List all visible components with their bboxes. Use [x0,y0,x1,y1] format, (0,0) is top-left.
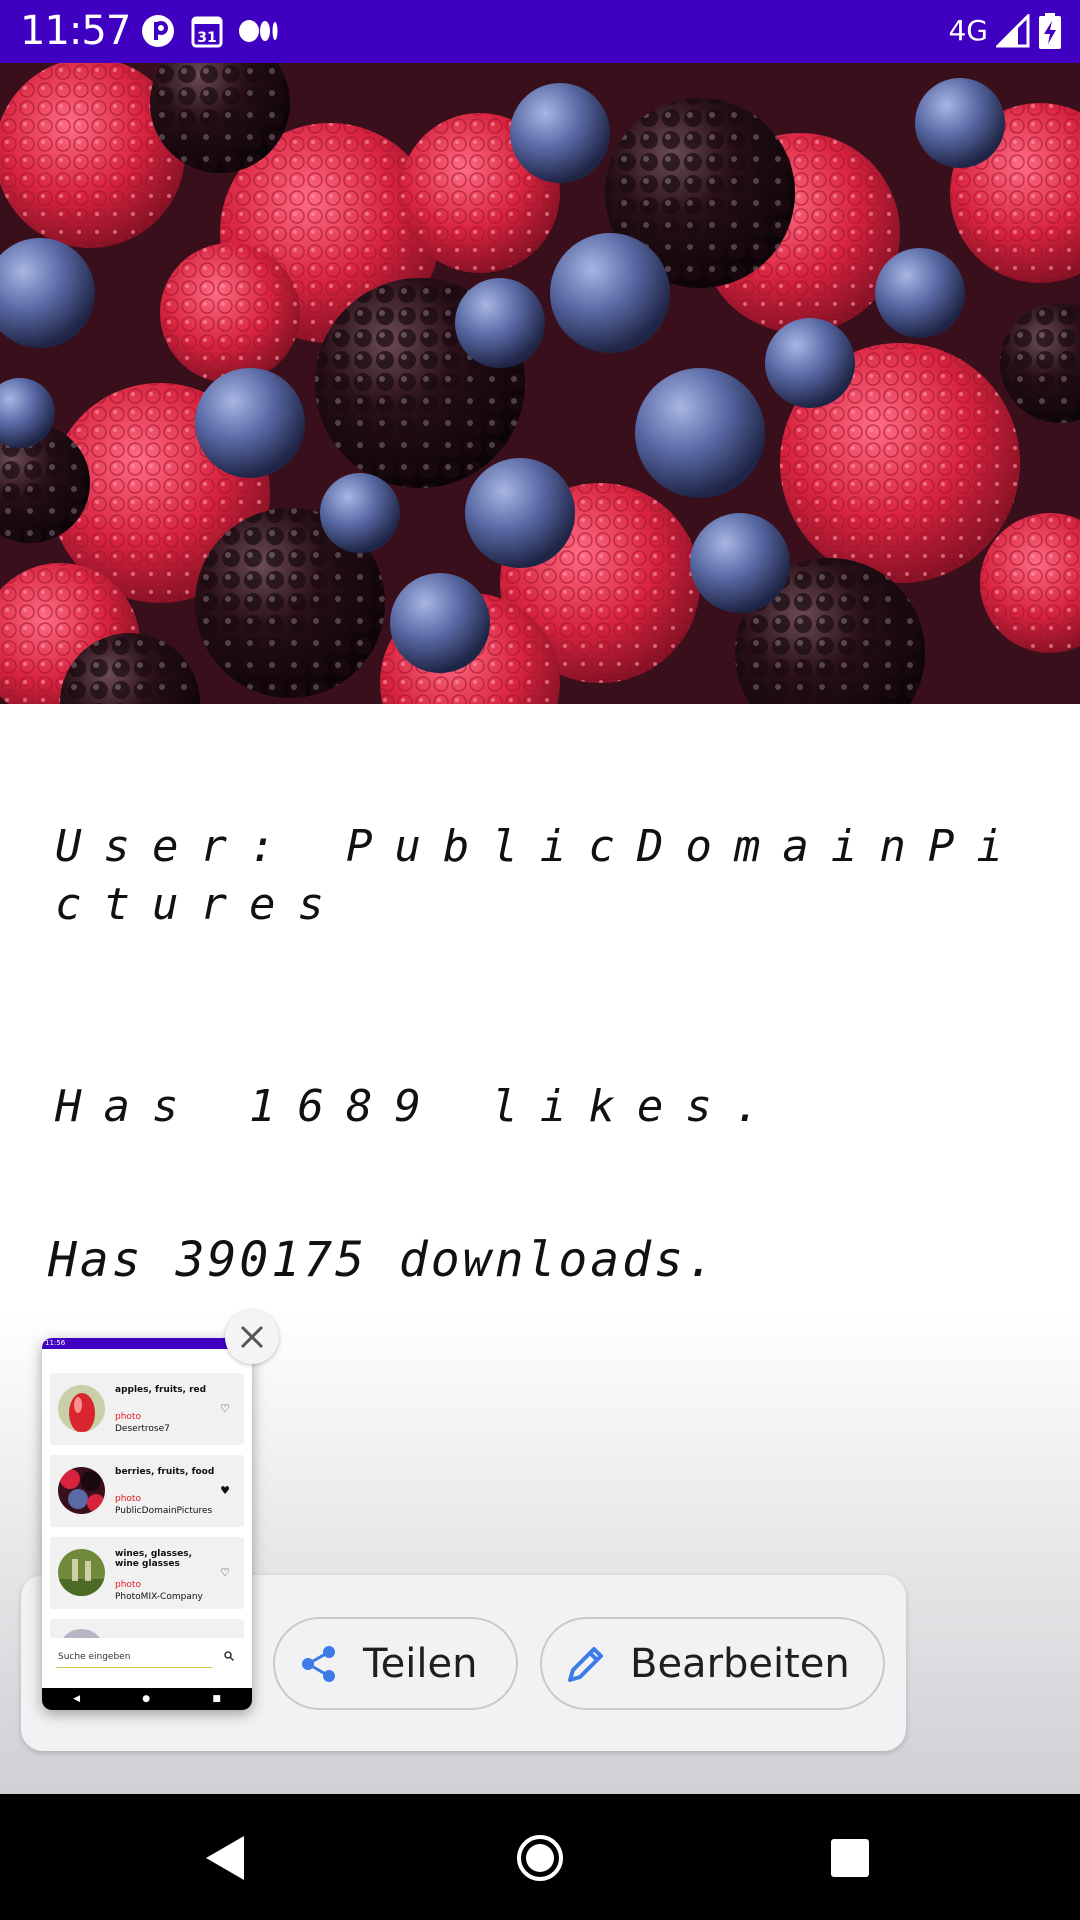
apples-thumbnail [58,1385,105,1432]
close-icon [240,1325,264,1349]
item-type: photo [115,1494,141,1504]
signal-icon [996,14,1030,48]
status-notification-icons: 31 [140,12,280,50]
item-title: apples, fruits, red [115,1385,207,1395]
thumbnail-status-bar: 11:56 [42,1338,252,1349]
list-item: apples, fruits, red photo Desertrose7 ♡ [50,1373,244,1445]
home-icon: ● [142,1694,151,1704]
heart-outline-icon: ♡ [220,1566,230,1579]
item-type: photo [115,1412,141,1422]
list-item: wines, glasses, wine glasses photo Photo… [50,1537,244,1609]
likes-label: Has 1689 likes. [55,1081,783,1132]
share-icon [302,1645,335,1682]
item-title: berries, fruits, food [115,1467,215,1477]
berries-thumbnail [58,1467,105,1514]
item-user: PhotoMIX-Company [115,1592,203,1602]
thumbnail-search-bar: Suche eingeben [42,1638,252,1676]
svg-text:31: 31 [197,30,216,46]
pencil-icon [568,1646,603,1682]
p-app-icon [142,15,174,47]
list-item: berries, fruits, food photo PublicDomain… [50,1455,244,1527]
battery-charging-icon [1039,13,1061,49]
edit-button-label: Bearbeiten [630,1640,850,1687]
edit-button[interactable]: Bearbeiten [540,1617,885,1710]
thumbnail-nav-bar: ◀ ● ■ [42,1688,252,1710]
item-user: Desertrose7 [115,1424,170,1434]
item-type: photo [115,1580,141,1590]
wines-thumbnail [58,1549,105,1596]
item-title: wines, glasses, wine glasses [115,1549,193,1569]
user-label: User: PublicDomainPictures [55,821,1025,930]
recents-square-icon [831,1839,869,1877]
hero-image [0,63,1080,704]
back-icon: ◀ [73,1694,81,1704]
item-user: PublicDomainPictures [115,1506,213,1516]
dismiss-screenshot-button[interactable] [225,1310,279,1364]
recents-button[interactable] [814,1822,886,1894]
share-button-label: Teilen [363,1640,478,1687]
back-button[interactable] [190,1822,262,1894]
heart-outline-icon: ♡ [220,1402,230,1415]
search-icon [224,1651,234,1661]
status-time: 11:57 [20,8,131,54]
screenshot-thumbnail[interactable]: 11:56 apples, fruits, red photo Desertro… [42,1338,252,1710]
search-underline [56,1667,212,1668]
status-bar: 11:57 31 4G [0,0,1080,63]
calendar-icon: 31 [191,16,223,48]
list-item [50,1619,244,1676]
recents-icon: ■ [212,1694,221,1704]
home-circle-icon [517,1835,563,1881]
berries-photo [0,63,1080,704]
downloads-label: Has 390175 downloads. [48,1232,718,1288]
thumbnail-time: 11:56 [45,1339,66,1347]
navigation-bar [0,1794,1080,1920]
heart-filled-icon: ♥ [220,1484,230,1497]
status-system-icons: 4G [948,12,1062,50]
search-placeholder: Suche eingeben [58,1652,131,1662]
share-button[interactable]: Teilen [273,1617,518,1710]
home-button[interactable] [504,1822,576,1894]
medium-icon [239,20,278,42]
network-type: 4G [948,14,988,47]
back-triangle-icon [206,1836,244,1880]
